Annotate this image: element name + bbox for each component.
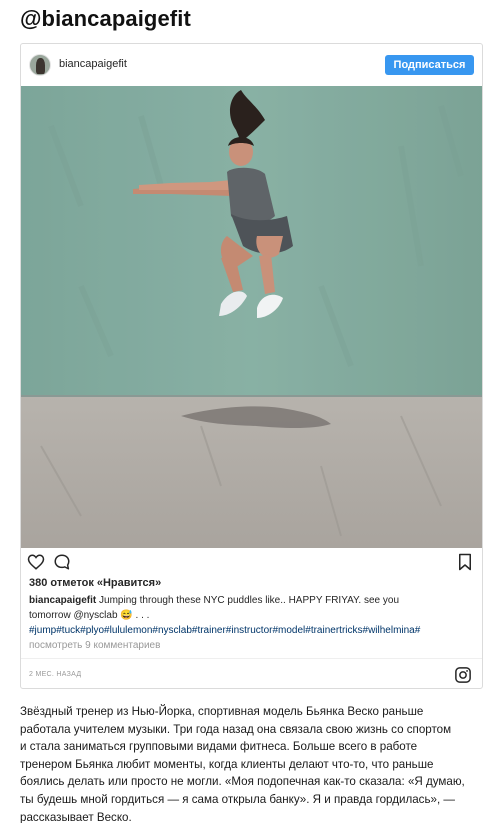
view-comments-link[interactable]: посмотреть 9 комментариев [29,640,160,651]
caption-text-line2: tomorrow @nysclab 😅 . . . [29,610,150,621]
article-line: рассказывает Веско. [20,810,132,823]
follow-button[interactable]: Подписаться [385,55,474,75]
article-line: и стала заниматься групповыми видами фит… [20,740,418,754]
post-header: biancapaigefit Подписаться [21,44,482,86]
post-timestamp[interactable]: 2 МЕС. НАЗАД [29,671,81,678]
likes-count[interactable]: 380 отметок «Нравится» [29,577,161,589]
post-photo-image [21,86,482,548]
heart-icon[interactable] [27,553,45,571]
article-line: тренером Бьянка любит моменты, когда кли… [20,757,434,771]
post-photo[interactable] [21,86,482,548]
article-line: ты будешь мной гордиться — я сама открыл… [20,792,455,806]
instagram-icon[interactable] [454,666,472,684]
post-footer: 2 МЕС. НАЗАД [21,658,482,688]
comment-icon[interactable] [53,553,71,571]
post-username[interactable]: biancapaigefit [59,58,127,70]
caption-username[interactable]: biancapaigefit [29,595,96,606]
article-line: Звёздный тренер из Нью-Йорка, спортивная… [20,705,424,718]
caption-text: Jumping through these NYC puddles like..… [99,595,400,606]
bookmark-icon[interactable] [458,553,472,571]
article-text: Звёздный тренер из Нью-Йорка, спортивная… [20,703,490,823]
page-title: @biancapaigefit [20,6,191,31]
article-line: работала учителем музыки. Три года назад… [20,722,452,736]
post-caption: biancapaigefit Jumping through these NYC… [29,593,482,638]
article-line: боялись делать или просто не могли. «Моя… [20,775,465,789]
avatar-figure [36,58,45,74]
post-actions [21,550,482,574]
caption-hashtags[interactable]: #jump#tuck#plyo#lululemon#nysclab#traine… [29,623,482,638]
avatar[interactable] [29,54,51,76]
instagram-embed: biancapaigefit Подписаться 380 отметок «… [20,43,483,689]
